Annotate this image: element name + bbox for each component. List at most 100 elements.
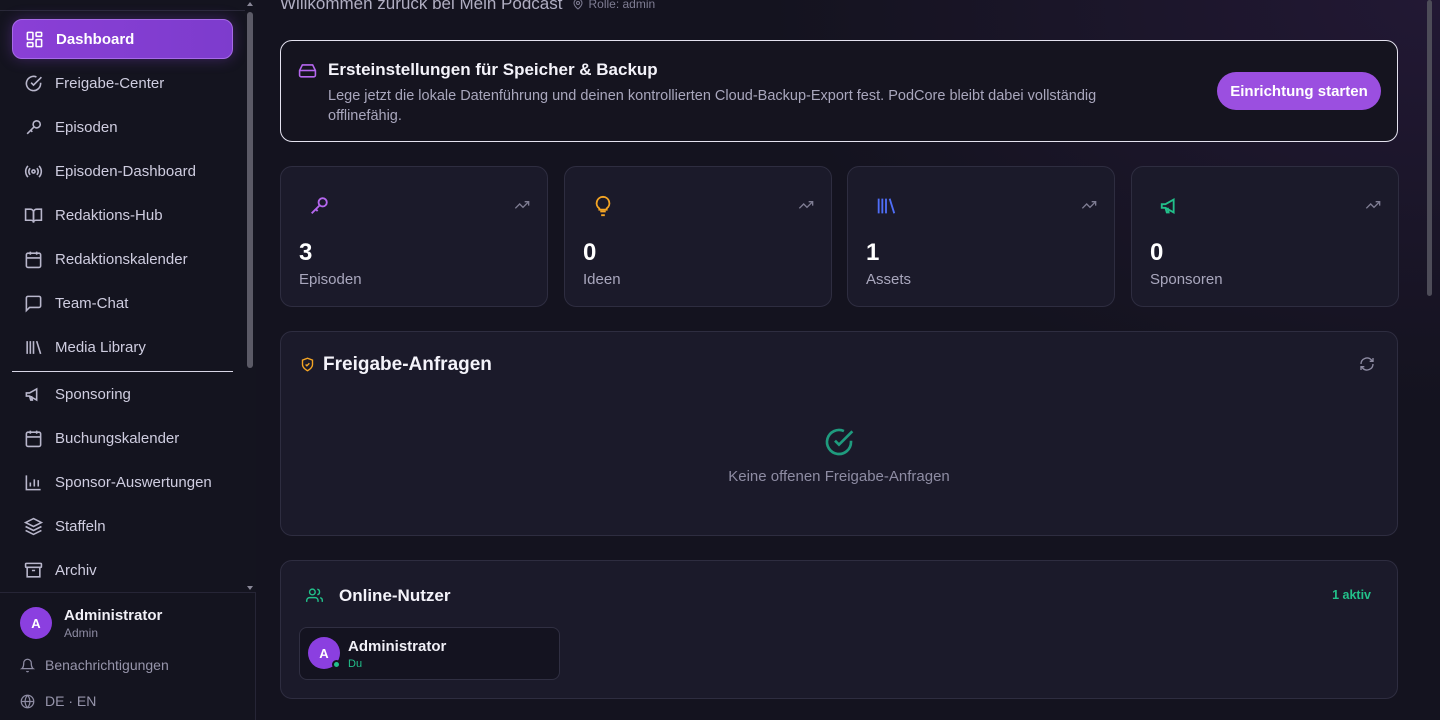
megaphone-icon bbox=[1160, 198, 1175, 214]
setup-title: Ersteinstellungen für Speicher & Backup bbox=[328, 60, 658, 79]
trending-up-icon bbox=[514, 201, 530, 209]
role-badge: Rolle: admin bbox=[572, 0, 655, 11]
sidebar-nav: Dashboard Freigabe-Center Episoden Episo… bbox=[0, 0, 245, 592]
online-user-item[interactable]: A Administrator Du bbox=[299, 627, 560, 680]
user-name: Administrator bbox=[64, 607, 163, 624]
sidebar-item-episoden[interactable]: Episoden bbox=[12, 107, 233, 147]
online-users-panel: Online-Nutzer 1 aktiv A Administrator Du bbox=[280, 560, 1398, 699]
book-icon bbox=[24, 207, 43, 223]
setup-description: Lege jetzt die lokale Datenführung und d… bbox=[328, 88, 1097, 124]
stat-card-ideen[interactable]: 0 Ideen bbox=[564, 166, 832, 307]
welcome-text: Willkommen zurück bei Mein Podcast bbox=[280, 0, 563, 13]
sidebar-item-label: Media Library bbox=[55, 338, 146, 356]
stat-card-sponsoren[interactable]: 0 Sponsoren bbox=[1131, 166, 1399, 307]
calendar-icon bbox=[25, 251, 42, 268]
user-profile[interactable]: A Administrator Admin Benachrichtigungen… bbox=[0, 592, 256, 720]
nav-divider bbox=[12, 371, 233, 372]
sidebar-item-label: Freigabe-Center bbox=[55, 74, 165, 92]
sidebar-item-archiv[interactable]: Archiv bbox=[12, 550, 233, 590]
library-icon bbox=[26, 340, 42, 354]
sidebar-item-redaktions-hub[interactable]: Redaktions-Hub bbox=[12, 195, 233, 235]
sidebar-item-media-library[interactable]: Media Library bbox=[12, 327, 233, 367]
hard-drive-icon bbox=[298, 64, 317, 78]
online-count-badge: 1 aktiv bbox=[1332, 588, 1371, 602]
library-icon bbox=[877, 198, 896, 214]
start-setup-button[interactable]: Einrichtung starten bbox=[1217, 72, 1381, 110]
stat-value: 3 bbox=[299, 239, 313, 266]
sidebar-item-label: Team-Chat bbox=[55, 294, 129, 312]
sidebar-item-sponsoring[interactable]: Sponsoring bbox=[12, 374, 233, 414]
approvals-panel: Freigabe-Anfragen Keine offenen Freigabe… bbox=[280, 331, 1398, 536]
setup-card: Ersteinstellungen für Speicher & Backup … bbox=[280, 40, 1398, 142]
sidebar-item-label: Sponsor-Auswertungen bbox=[55, 473, 212, 491]
refresh-icon[interactable] bbox=[1359, 356, 1375, 372]
approvals-title: Freigabe-Anfragen bbox=[323, 354, 492, 375]
sidebar-item-label: Dashboard bbox=[56, 30, 135, 48]
microphone-icon bbox=[26, 119, 42, 134]
trending-up-icon bbox=[1365, 201, 1381, 209]
sidebar-scrollbar[interactable] bbox=[245, 0, 256, 592]
scrollbar-thumb[interactable] bbox=[247, 12, 253, 368]
check-circle-icon bbox=[825, 428, 854, 456]
chat-icon bbox=[25, 295, 42, 313]
stat-card-assets[interactable]: 1 Assets bbox=[847, 166, 1115, 307]
sidebar-item-label: Redaktionskalender bbox=[55, 250, 188, 268]
archive-icon bbox=[24, 562, 43, 578]
stat-label: Episoden bbox=[299, 271, 362, 288]
sidebar-item-label: Episoden-Dashboard bbox=[55, 162, 196, 180]
sidebar-item-label: Redaktions-Hub bbox=[55, 206, 163, 224]
stat-value: 1 bbox=[866, 239, 880, 266]
map-pin-icon bbox=[573, 0, 583, 10]
layers-icon bbox=[24, 517, 43, 535]
main-scrollbar-thumb[interactable] bbox=[1427, 0, 1432, 296]
notifications-link[interactable]: Benachrichtigungen bbox=[20, 657, 169, 673]
bell-icon bbox=[20, 658, 35, 672]
lightbulb-icon bbox=[595, 195, 611, 217]
trending-up-icon bbox=[798, 201, 814, 209]
user-role: Admin bbox=[64, 626, 99, 640]
megaphone-icon bbox=[25, 387, 38, 401]
broadcast-icon bbox=[24, 164, 43, 178]
online-user-name: Administrator bbox=[348, 638, 447, 655]
stat-card-episoden[interactable]: 3 Episoden bbox=[280, 166, 548, 307]
online-user-sub: Du bbox=[348, 658, 363, 670]
online-status-dot bbox=[332, 660, 341, 669]
sidebar-item-staffeln[interactable]: Staffeln bbox=[12, 506, 233, 546]
divider bbox=[0, 10, 245, 11]
sidebar-item-label: Archiv bbox=[55, 561, 97, 579]
sidebar-item-label: Sponsoring bbox=[55, 385, 131, 403]
empty-state-text: Keine offenen Freigabe-Anfragen bbox=[728, 468, 950, 485]
stat-value: 0 bbox=[1150, 239, 1164, 266]
stat-value: 0 bbox=[583, 239, 597, 266]
globe-icon bbox=[20, 694, 35, 708]
sidebar-item-redaktionskalender[interactable]: Redaktionskalender bbox=[12, 239, 233, 279]
scroll-up-icon[interactable] bbox=[247, 2, 253, 6]
welcome-header: Willkommen zurück bei Mein Podcast Rolle… bbox=[280, 0, 655, 14]
microphone-icon bbox=[311, 197, 328, 214]
stat-label: Assets bbox=[866, 271, 912, 288]
sidebar-item-label: Buchungskalender bbox=[55, 429, 180, 447]
language-switch[interactable]: DE · EN bbox=[20, 693, 96, 709]
trending-up-icon bbox=[1081, 201, 1097, 209]
sidebar-item-freigabe-center[interactable]: Freigabe-Center bbox=[12, 63, 233, 103]
stat-label: Ideen bbox=[583, 271, 621, 288]
sidebar-item-sponsor-auswertungen[interactable]: Sponsor-Auswertungen bbox=[12, 462, 233, 502]
notifications-label: Benachrichtigungen bbox=[45, 657, 169, 673]
main-content: Willkommen zurück bei Mein Podcast Rolle… bbox=[256, 0, 1440, 720]
sidebar-item-label: Episoden bbox=[55, 118, 118, 136]
dashboard-icon bbox=[26, 31, 43, 47]
calendar-icon bbox=[25, 430, 42, 447]
scroll-down-icon[interactable] bbox=[247, 586, 253, 590]
role-label: Rolle: admin bbox=[588, 0, 656, 11]
sidebar-item-dashboard[interactable]: Dashboard bbox=[12, 19, 233, 59]
online-users-title: Online-Nutzer bbox=[339, 586, 451, 605]
sidebar: Dashboard Freigabe-Center Episoden Episo… bbox=[0, 0, 256, 720]
avatar: A bbox=[20, 607, 52, 639]
check-circle-icon bbox=[25, 75, 42, 91]
sidebar-item-buchungskalender[interactable]: Buchungskalender bbox=[12, 418, 233, 458]
language-label: DE · EN bbox=[45, 693, 97, 709]
stat-label: Sponsoren bbox=[1150, 271, 1223, 288]
sidebar-item-team-chat[interactable]: Team-Chat bbox=[12, 283, 233, 323]
sidebar-item-label: Staffeln bbox=[55, 517, 106, 535]
sidebar-item-episoden-dashboard[interactable]: Episoden-Dashboard bbox=[12, 151, 233, 191]
